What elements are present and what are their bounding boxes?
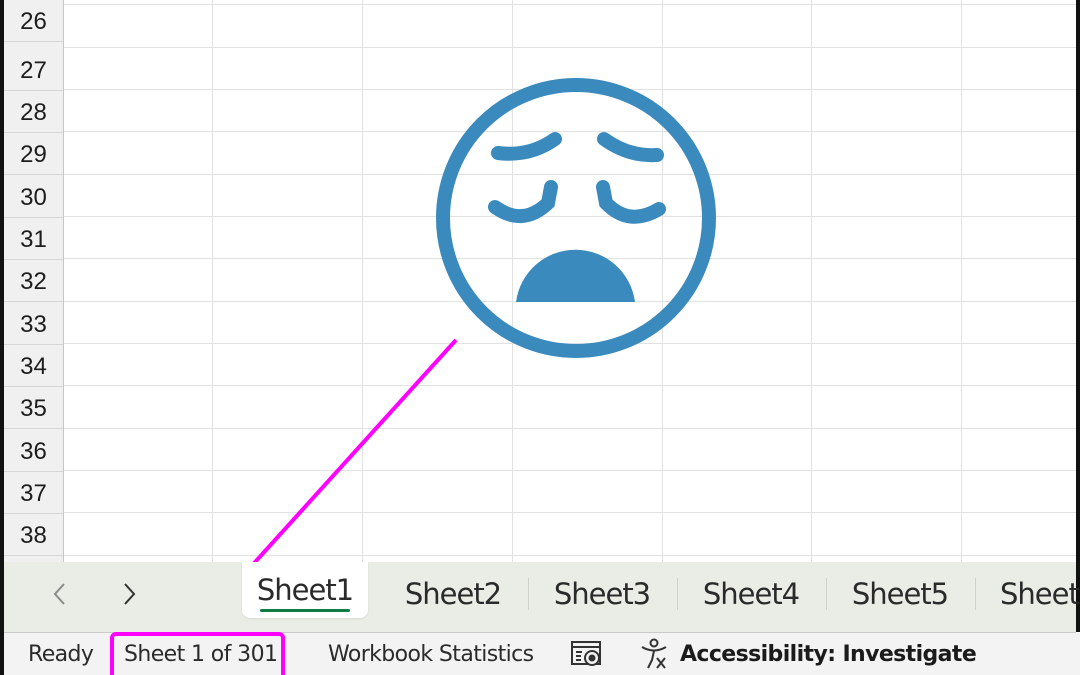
workbook-statistics-icon-button[interactable] bbox=[570, 633, 604, 675]
scroll-tabs-left-button[interactable] bbox=[40, 574, 80, 614]
sheet-tab-sheet6[interactable]: Sheet6 bbox=[1000, 562, 1080, 626]
sheet-tab-label: Sheet5 bbox=[851, 577, 949, 611]
scroll-tabs-right-button[interactable] bbox=[109, 574, 149, 614]
sheet-tab-label: Sheet6 bbox=[1000, 577, 1080, 611]
row-header-28[interactable]: 28 bbox=[4, 91, 63, 133]
row-header-33[interactable]: 33 bbox=[4, 303, 63, 345]
row-header-37[interactable]: 37 bbox=[4, 472, 63, 514]
sheet-tab-bar: Sheet1 Sheet2 Sheet3 Sheet4 Sheet5 Sheet… bbox=[4, 562, 1080, 633]
row-header-31[interactable]: 31 bbox=[4, 218, 63, 260]
gridline bbox=[64, 385, 1076, 386]
row-header-32[interactable]: 32 bbox=[4, 260, 63, 302]
gridline bbox=[362, 0, 363, 562]
row-header-26[interactable]: 26 bbox=[4, 0, 63, 42]
gridline bbox=[64, 47, 1076, 48]
row-header-38[interactable]: 38 bbox=[4, 514, 63, 556]
row-headers: 26 27 28 29 30 31 32 33 34 35 36 37 38 bbox=[4, 0, 64, 562]
gridline bbox=[64, 428, 1076, 429]
tab-separator bbox=[975, 578, 976, 610]
sheet-tab-label: Sheet4 bbox=[702, 577, 800, 611]
gridline bbox=[64, 4, 1076, 5]
row-header-34[interactable]: 34 bbox=[4, 345, 63, 387]
sheet-tab-sheet4[interactable]: Sheet4 bbox=[678, 562, 824, 626]
chevron-right-icon bbox=[124, 583, 136, 605]
annotation-highlight-box bbox=[110, 632, 285, 675]
row-header-35[interactable]: 35 bbox=[4, 387, 63, 429]
chevron-left-icon bbox=[53, 583, 65, 605]
row-header-27[interactable]: 27 bbox=[4, 49, 63, 91]
gridline bbox=[212, 0, 213, 562]
sheet-tab-label: Sheet2 bbox=[404, 577, 502, 611]
accessibility-icon bbox=[641, 638, 667, 669]
sheet-tab-sheet3[interactable]: Sheet3 bbox=[529, 562, 675, 626]
window-frame-right bbox=[1076, 0, 1080, 632]
accessibility-checker-button[interactable]: Accessibility: Investigate bbox=[638, 633, 977, 675]
workbook-statistics-icon bbox=[571, 641, 601, 666]
row-header-36[interactable]: 36 bbox=[4, 430, 63, 472]
active-tab-underline bbox=[260, 609, 350, 612]
weary-face-icon bbox=[436, 78, 716, 358]
sheet-tab-sheet5[interactable]: Sheet5 bbox=[827, 562, 973, 626]
sheet-tab-label: Sheet1 bbox=[256, 573, 354, 607]
gridline bbox=[64, 555, 1076, 556]
sheet-tab-label: Sheet3 bbox=[553, 577, 651, 611]
row-header-29[interactable]: 29 bbox=[4, 133, 63, 175]
status-ready: Ready bbox=[28, 641, 94, 667]
sheet-tab-sheet1[interactable]: Sheet1 bbox=[242, 562, 368, 618]
gridline bbox=[64, 470, 1076, 471]
accessibility-status-label: Accessibility: Investigate bbox=[680, 641, 977, 667]
workbook-statistics-button[interactable]: Workbook Statistics bbox=[328, 633, 534, 675]
gridline bbox=[811, 0, 812, 562]
gridline bbox=[961, 0, 962, 562]
gridline bbox=[64, 512, 1076, 513]
sheet-tab-sheet2[interactable]: Sheet2 bbox=[380, 562, 526, 626]
row-header-30[interactable]: 30 bbox=[4, 176, 63, 218]
